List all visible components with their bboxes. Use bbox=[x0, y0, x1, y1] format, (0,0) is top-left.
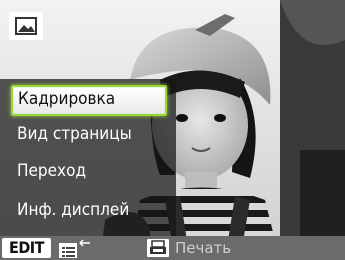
camera-screen: Кадрировка Вид страницы Переход Инф. дис… bbox=[0, 0, 345, 260]
menu-item-cropping[interactable]: Кадрировка bbox=[11, 85, 167, 116]
menu-item-page-view[interactable]: Вид страницы bbox=[12, 120, 164, 149]
print-icon[interactable] bbox=[146, 238, 170, 258]
menu-item-transition[interactable]: Переход bbox=[12, 157, 164, 186]
menu-item-info-display[interactable]: Инф. дисплей bbox=[12, 196, 164, 225]
list-return-icon[interactable] bbox=[58, 239, 92, 259]
edit-button[interactable]: EDIT bbox=[2, 238, 51, 258]
bottom-bar bbox=[0, 236, 345, 260]
print-label[interactable]: Печать bbox=[175, 237, 231, 259]
image-mode-icon bbox=[9, 12, 43, 40]
